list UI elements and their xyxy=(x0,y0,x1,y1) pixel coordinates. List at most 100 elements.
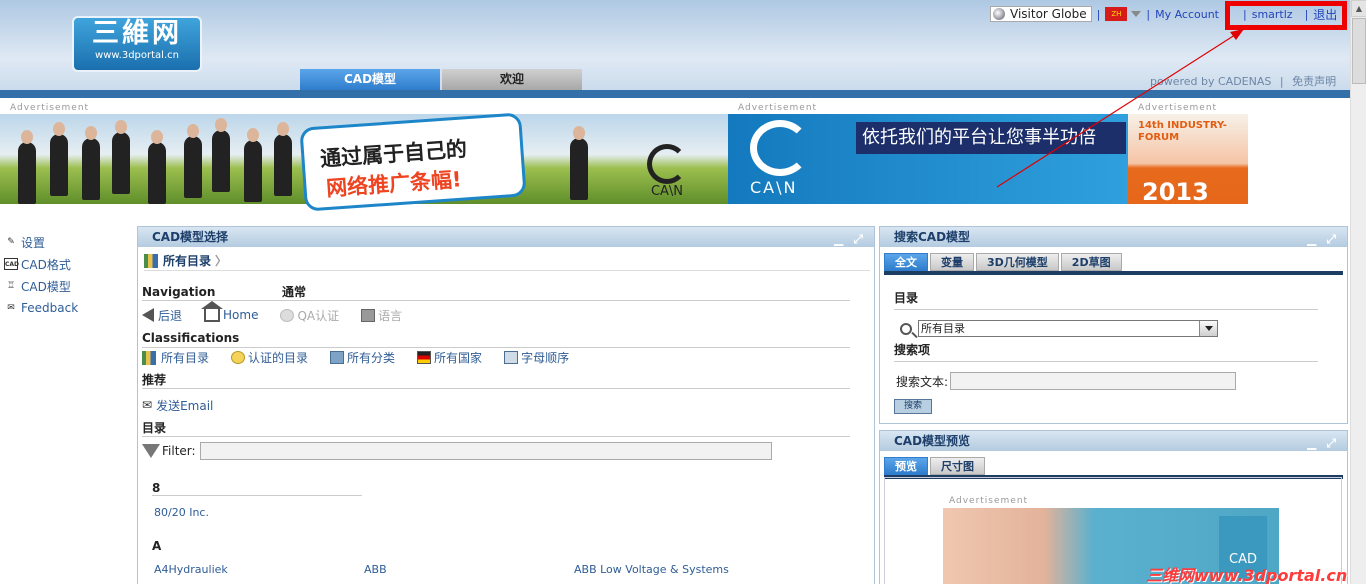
alphabetical-link[interactable]: 字母顺序 xyxy=(504,349,569,366)
search-icon xyxy=(900,322,912,335)
person-figure xyxy=(274,122,292,196)
tab-3d-geometry[interactable]: 3D几何模型 xyxy=(976,253,1059,271)
catalog-icon xyxy=(142,350,156,365)
search-button-row: 搜索 xyxy=(894,397,1347,414)
catalog-link[interactable]: A4Hydrauliek xyxy=(154,563,364,576)
panel-title: 搜索CAD模型 xyxy=(894,230,971,244)
tab-dimension-drawing[interactable]: 尺寸图 xyxy=(930,457,985,475)
tab-preview[interactable]: 预览 xyxy=(884,457,928,475)
sidebar-item-label: Feedback xyxy=(21,301,79,315)
china-flag-icon[interactable]: ZH xyxy=(1105,7,1128,21)
catalog-icon xyxy=(144,253,158,268)
search-text-row: 搜索文本: xyxy=(896,372,1347,390)
sidebar-item-feedback[interactable]: ✉ Feedback xyxy=(4,297,134,319)
send-email-link[interactable]: ✉ 发送Email xyxy=(142,397,213,414)
search-text-input[interactable] xyxy=(950,372,1237,390)
navigation-row: 后退 Home QA认证 语言 xyxy=(142,300,850,325)
panel-title: CAD模型预览 xyxy=(894,434,971,448)
ad-label: Advertisement xyxy=(949,496,1029,506)
cadenas-logo: CA\N xyxy=(640,144,694,199)
chevron-down-icon[interactable] xyxy=(1131,11,1142,17)
certified-catalogs-link[interactable]: 认证的目录 xyxy=(231,349,308,366)
breadcrumb-item[interactable]: 所有目录 xyxy=(163,252,211,269)
navigation-heading: Navigation 通常 xyxy=(142,283,850,301)
all-catalogs-label: 所有目录 xyxy=(161,351,210,365)
person-figure xyxy=(148,130,166,204)
all-countries-link[interactable]: 所有国家 xyxy=(417,349,482,366)
panel-controls[interactable]: ▁ ⤢ xyxy=(1307,229,1339,249)
alphabetical-label: 字母顺序 xyxy=(521,351,570,365)
powered-by: powered by CADENAS | 免责声明 xyxy=(1150,73,1336,89)
certified-catalogs-label: 认证的目录 xyxy=(248,351,309,365)
person-figure xyxy=(244,128,262,202)
site-logo[interactable]: 三維网 www.3dportal.cn xyxy=(72,16,202,72)
sidebar-item-cad-models[interactable]: ♖ CAD模型 xyxy=(4,275,134,297)
mail-icon: ✉ xyxy=(142,398,153,412)
all-catalogs-link[interactable]: 所有目录 xyxy=(142,349,209,366)
recommend-row: ✉ 发送Email xyxy=(142,395,850,415)
catalog-select[interactable]: 所有目录 xyxy=(918,320,1218,337)
tab-welcome[interactable]: 欢迎 xyxy=(442,69,582,90)
language-label: 语言 xyxy=(378,308,403,323)
qa-icon xyxy=(280,308,295,322)
ad-label: Advertisement xyxy=(738,103,818,113)
group-letter: 8 xyxy=(152,481,161,495)
disclaimer-link[interactable]: 免责声明 xyxy=(1292,75,1336,88)
catalog-label: 目录 xyxy=(894,291,919,305)
banner2-text: 依托我们的平台让您事半功倍 xyxy=(856,122,1126,154)
tab-fulltext[interactable]: 全文 xyxy=(884,253,928,271)
sidebar-item-label: CAD格式 xyxy=(21,257,71,272)
group-letter: A xyxy=(152,539,162,553)
breadcrumb: 所有目录 〉 xyxy=(144,251,870,271)
all-countries-label: 所有国家 xyxy=(434,351,483,365)
catalog-link[interactable]: ABB xyxy=(364,563,574,576)
person-figure xyxy=(212,118,230,192)
cad-icon: CAD xyxy=(4,258,19,270)
panel-header: 搜索CAD模型 ▁ ⤢ xyxy=(880,227,1347,247)
panel-controls[interactable]: ▁ ⤢ xyxy=(1307,433,1339,453)
filter-row: Filter: xyxy=(142,441,850,461)
flag-icon xyxy=(417,351,432,364)
categories-icon xyxy=(330,351,345,364)
catalog-select-row: 所有目录 xyxy=(900,320,1347,337)
home-link[interactable]: Home xyxy=(201,300,258,322)
mail-icon: ✉ xyxy=(7,303,15,313)
catalog-heading: 目录 xyxy=(142,419,850,437)
tab-2d-sketch[interactable]: 2D草图 xyxy=(1060,253,1122,271)
catalog-link[interactable]: ABB Low Voltage & Systems xyxy=(574,563,729,576)
search-button[interactable]: 搜索 xyxy=(894,399,933,414)
tab-variables[interactable]: 变量 xyxy=(930,253,974,271)
person-figure xyxy=(82,126,100,200)
tab-cad-model[interactable]: CAD模型 xyxy=(300,69,440,90)
catalog-link[interactable]: 80/20 Inc. xyxy=(154,506,850,519)
person-figure xyxy=(184,124,202,198)
chevron-down-icon[interactable] xyxy=(1199,321,1217,336)
sidebar-item-cad-formats[interactable]: CAD CAD格式 xyxy=(4,253,134,275)
visitor-globe-button[interactable]: Visitor Globe xyxy=(990,6,1092,22)
back-link[interactable]: 后退 xyxy=(142,307,182,324)
my-account-link[interactable]: My Account xyxy=(1155,8,1219,21)
nav-heading-text: Navigation xyxy=(142,285,216,299)
ad-label: Advertisement xyxy=(1138,103,1218,113)
group-heading: 8 xyxy=(152,481,362,496)
scroll-up-icon[interactable]: ▲ xyxy=(1351,0,1366,17)
separator: | xyxy=(1279,75,1284,88)
certified-icon xyxy=(231,351,246,364)
tree-icon: ♖ xyxy=(6,281,16,291)
sidebar-item-settings[interactable]: ✎ 设置 xyxy=(4,231,134,253)
vertical-scrollbar[interactable]: ▲ xyxy=(1350,0,1366,584)
separator: | xyxy=(1146,7,1151,21)
all-categories-link[interactable]: 所有分类 xyxy=(330,349,395,366)
back-arrow-icon xyxy=(142,308,154,322)
panel-controls[interactable]: ▁ ⤢ xyxy=(834,229,866,249)
scroll-thumb[interactable] xyxy=(1352,18,1366,84)
classifications-row: 所有目录 认证的目录 所有分类 所有国家 字母顺序 xyxy=(142,347,850,367)
language-link[interactable]: 语言 xyxy=(361,307,402,324)
filter-input[interactable] xyxy=(199,442,772,460)
chevron-right-icon: 〉 xyxy=(215,254,228,268)
search-terms-label: 搜索项 xyxy=(894,343,931,357)
logo-url: www.3dportal.cn xyxy=(95,50,179,61)
person-figure xyxy=(18,130,36,204)
banner-ad-forum[interactable]: 14th INDUSTRY-FORUM 2013 xyxy=(1128,114,1248,204)
qa-link[interactable]: QA认证 xyxy=(280,307,339,324)
